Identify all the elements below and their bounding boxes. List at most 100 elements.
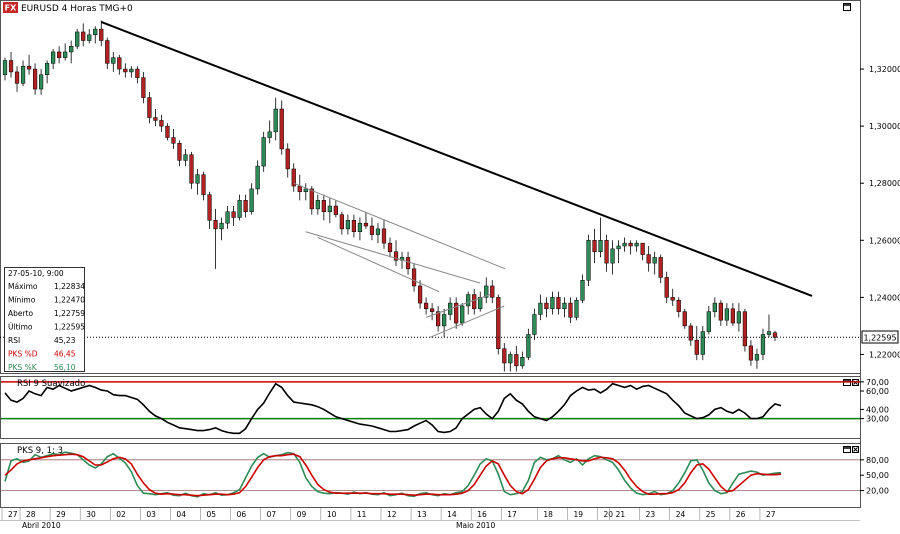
candle-body bbox=[75, 31, 80, 47]
candle-body bbox=[14, 71, 20, 84]
pks-tick-label: 80,00 bbox=[866, 456, 889, 465]
candle-body bbox=[363, 222, 369, 227]
price-axis: 1,22000 1,24000 1,26000 1,28000 1,30000 1,320… bbox=[860, 65, 900, 359]
candle-body bbox=[429, 308, 435, 312]
candle-body bbox=[327, 205, 332, 213]
candle-body bbox=[694, 339, 699, 355]
candle-body bbox=[508, 354, 513, 364]
time-tick-label: 26 bbox=[736, 510, 746, 519]
candle-body bbox=[279, 108, 284, 150]
candle-body bbox=[267, 131, 272, 138]
candle-body bbox=[177, 143, 182, 161]
pks-panel-frame bbox=[0, 443, 861, 508]
candle-body bbox=[237, 200, 242, 218]
candle-body bbox=[20, 65, 26, 84]
candle-body bbox=[315, 200, 320, 210]
candle-body bbox=[460, 305, 465, 324]
candle-body bbox=[766, 331, 772, 335]
candle-body bbox=[417, 285, 423, 304]
candle-body bbox=[411, 268, 417, 287]
time-tick-label: 12 bbox=[387, 510, 397, 519]
candle-body bbox=[712, 302, 717, 312]
time-tick-label: 10 bbox=[327, 510, 337, 519]
candle-body bbox=[117, 57, 122, 70]
candle-body bbox=[700, 331, 705, 355]
price-tick-label: 1,28000 bbox=[869, 179, 900, 188]
candle-body bbox=[135, 68, 140, 78]
candle-body bbox=[219, 222, 224, 230]
candle-body bbox=[520, 357, 525, 367]
month-label-may: Maio 2010 bbox=[456, 521, 495, 530]
pks-tick-label: 50,00 bbox=[866, 471, 889, 480]
candle-body bbox=[32, 68, 38, 90]
candle-body bbox=[51, 51, 56, 64]
candle-body bbox=[532, 314, 537, 335]
time-tick-label: 13 bbox=[417, 510, 427, 519]
time-tick-label: 11 bbox=[357, 510, 367, 519]
candle-body bbox=[580, 280, 585, 301]
candle-body bbox=[592, 240, 597, 252]
time-axis-band bbox=[0, 508, 860, 520]
candle-body bbox=[754, 354, 760, 361]
candle-body bbox=[357, 222, 363, 232]
candle-body bbox=[243, 200, 248, 213]
candle-body bbox=[201, 174, 206, 195]
candle-body bbox=[478, 297, 483, 310]
candle-body bbox=[297, 185, 302, 193]
candle-body bbox=[345, 220, 351, 230]
time-tick-label: 18 bbox=[543, 510, 553, 519]
candle-body bbox=[57, 51, 62, 58]
pks-panel-close-button[interactable] bbox=[852, 446, 859, 453]
time-tick-label: 20 bbox=[604, 510, 614, 519]
info-row-value: 1,22759 bbox=[54, 309, 85, 318]
candle-body bbox=[405, 257, 411, 270]
candle-body bbox=[538, 302, 543, 315]
candle-body bbox=[381, 228, 387, 244]
candle-body bbox=[189, 154, 194, 184]
candle-body bbox=[748, 345, 754, 361]
info-row-label: PKS %K bbox=[8, 363, 38, 372]
candle-body bbox=[634, 242, 639, 247]
price-panel-maximize-button[interactable] bbox=[843, 3, 851, 11]
time-tick-label: 19 bbox=[573, 510, 583, 519]
candle-body bbox=[351, 220, 357, 232]
time-tick-label: 05 bbox=[207, 510, 217, 519]
pks-tick-label: 20,00 bbox=[866, 487, 889, 496]
info-date: 27-05-10, 9:00 bbox=[8, 269, 64, 278]
last-price-label: 1,22595 bbox=[863, 334, 896, 343]
candle-body bbox=[423, 302, 429, 310]
candle-body bbox=[8, 60, 14, 73]
candle-body bbox=[706, 311, 711, 332]
time-tick-label: 21 bbox=[616, 510, 626, 519]
candle-body bbox=[658, 257, 663, 278]
time-tick-label: 17 bbox=[507, 510, 517, 519]
time-tick-label: 03 bbox=[146, 510, 156, 519]
candle-body bbox=[375, 228, 381, 235]
candle-body bbox=[730, 308, 735, 324]
candle-body bbox=[514, 354, 519, 367]
pks-panel-maximize-button[interactable] bbox=[843, 446, 851, 453]
candle-body bbox=[285, 148, 290, 170]
candle-body bbox=[466, 294, 471, 307]
time-tick-label: 23 bbox=[646, 510, 656, 519]
candle-body bbox=[195, 174, 200, 184]
rsi-tick-label: 60,00 bbox=[866, 387, 889, 396]
candle-body bbox=[568, 302, 573, 318]
candle-body bbox=[442, 314, 447, 327]
time-tick-label: 27 bbox=[766, 510, 776, 519]
info-row-label: Máximo bbox=[8, 282, 38, 291]
candle-body bbox=[123, 68, 128, 73]
month-label-april: Abril 2010 bbox=[22, 521, 61, 530]
fx-logo-text: FX bbox=[5, 4, 17, 13]
info-row-value: 46,45 bbox=[54, 350, 76, 359]
rsi-tick-label: 40,00 bbox=[866, 405, 889, 414]
candle-body bbox=[742, 311, 748, 347]
candle-body bbox=[586, 240, 591, 281]
info-row-value: 56,10 bbox=[54, 363, 76, 372]
candle-body bbox=[652, 257, 657, 264]
candle-body bbox=[99, 28, 104, 41]
rsi-panel-title: RSI 9 Suavizado bbox=[17, 379, 85, 389]
candle-body bbox=[688, 325, 693, 341]
candle-body bbox=[682, 311, 687, 327]
candle-body bbox=[255, 165, 260, 190]
